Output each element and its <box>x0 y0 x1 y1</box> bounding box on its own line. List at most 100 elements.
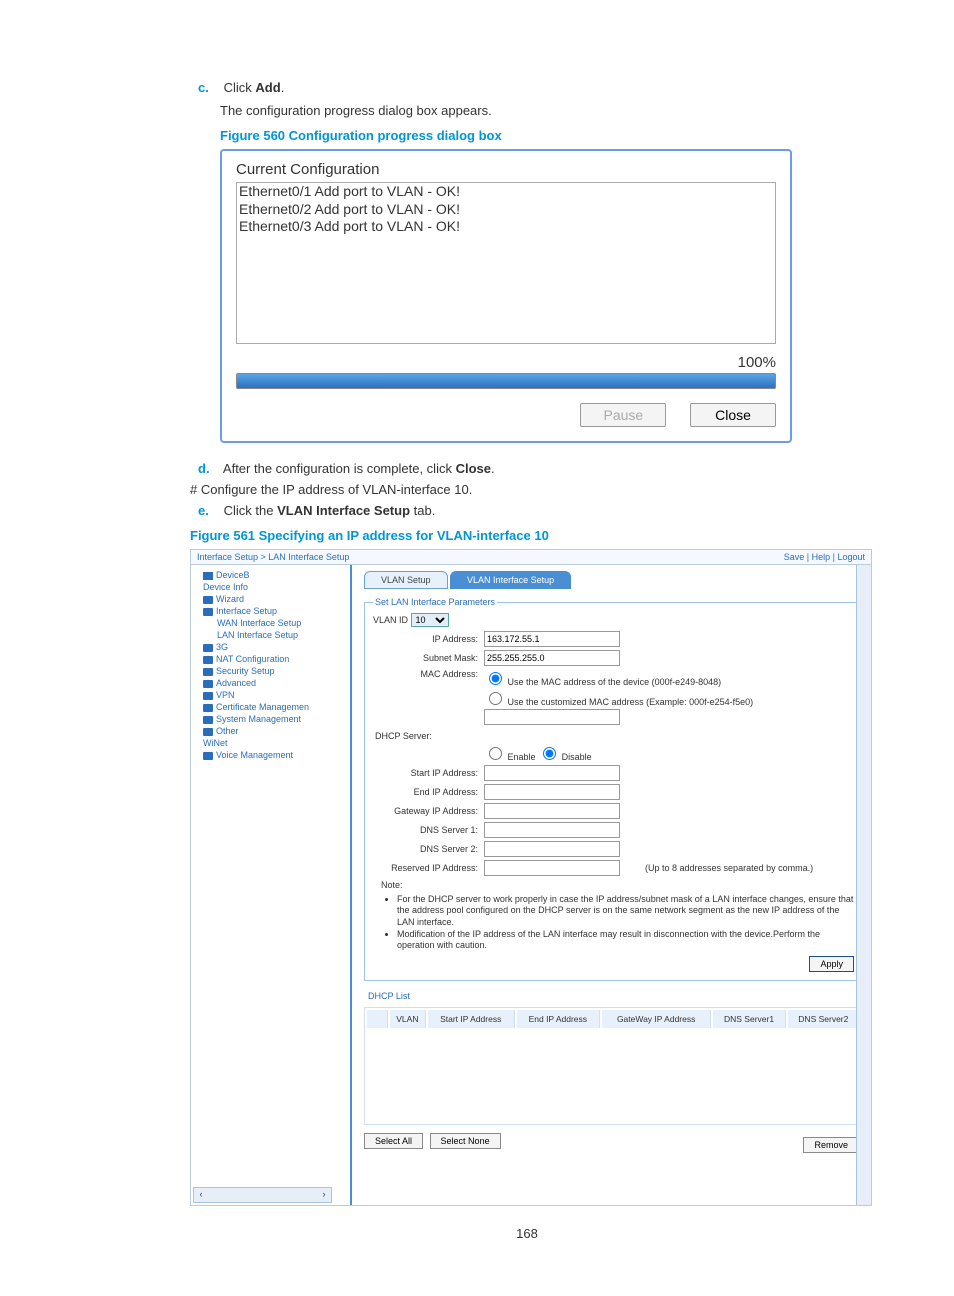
step-e: e. Click the VLAN Interface Setup tab. <box>190 503 864 518</box>
end-ip-label: End IP Address: <box>373 787 484 797</box>
sidebar-item-security[interactable]: Security Setup <box>195 665 350 677</box>
vlanid-select[interactable]: 10 <box>411 613 449 627</box>
figure-561-caption: Figure 561 Specifying an IP address for … <box>190 528 864 543</box>
sidebar-item-device-info[interactable]: Device Info <box>195 581 350 593</box>
remove-button[interactable]: Remove <box>803 1137 859 1153</box>
reserved-hint: (Up to 8 addresses separated by comma.) <box>645 863 813 873</box>
start-ip-input[interactable] <box>484 765 620 781</box>
step-e-pre: Click the <box>224 503 277 518</box>
ip-input[interactable] <box>484 631 620 647</box>
sidebar-scrollbar[interactable]: ‹ › <box>193 1187 332 1203</box>
dns2-label: DNS Server 2: <box>373 844 484 854</box>
select-none-button[interactable]: Select None <box>430 1133 501 1149</box>
sidebar-item-advanced[interactable]: Advanced <box>195 677 350 689</box>
app-window: Interface Setup > LAN Interface Setup Sa… <box>190 549 872 1206</box>
dns1-input[interactable] <box>484 822 620 838</box>
ip-label: IP Address: <box>373 634 484 644</box>
note-title: Note: <box>381 880 403 890</box>
progress-bar <box>236 373 776 389</box>
mask-input[interactable] <box>484 650 620 666</box>
dialog-output-list: Ethernet0/1 Add port to VLAN - OK! Ether… <box>236 182 776 344</box>
sidebar-item-label: NAT Configuration <box>216 654 289 664</box>
close-button[interactable]: Close <box>690 403 776 427</box>
step-c-pre: Click <box>224 80 256 95</box>
scroll-left-icon[interactable]: ‹ <box>194 1189 208 1201</box>
sidebar-item-nat[interactable]: NAT Configuration <box>195 653 350 665</box>
step-e-label: e. <box>198 503 220 518</box>
dhcp-enable-radio[interactable]: Enable <box>484 744 536 762</box>
dialog-line: Ethernet0/1 Add port to VLAN - OK! <box>239 183 773 201</box>
sidebar-item-sysmgmt[interactable]: System Management <box>195 713 350 725</box>
dialog-line: Ethernet0/2 Add port to VLAN - OK! <box>239 201 773 219</box>
folder-icon <box>203 680 213 688</box>
sidebar-item-lan[interactable]: LAN Interface Setup <box>195 629 350 641</box>
folder-icon <box>203 716 213 724</box>
pause-button[interactable]: Pause <box>580 403 666 427</box>
reserved-ip-label: Reserved IP Address: <box>373 863 484 873</box>
folder-icon <box>203 704 213 712</box>
mac-custom-input[interactable] <box>484 709 620 725</box>
dns1-label: DNS Server 1: <box>373 825 484 835</box>
gateway-ip-input[interactable] <box>484 803 620 819</box>
step-e-post: tab. <box>410 503 435 518</box>
tree-root-label: DeviceB <box>216 570 250 580</box>
end-ip-input[interactable] <box>484 784 620 800</box>
sidebar-item-label: WiNet <box>203 738 228 748</box>
sidebar-item-label: VPN <box>216 690 235 700</box>
step-c-bold: Add <box>255 80 280 95</box>
figure-560-caption: Figure 560 Configuration progress dialog… <box>220 128 864 143</box>
config-progress-dialog: Current Configuration Ethernet0/1 Add po… <box>220 149 792 443</box>
sidebar: DeviceB Device Info Wizard Interface Set… <box>191 565 352 1205</box>
mac-radio-2[interactable] <box>489 692 502 705</box>
tab-vlan-interface-setup[interactable]: VLAN Interface Setup <box>450 571 571 589</box>
step-c-label: c. <box>198 80 220 95</box>
folder-icon <box>203 596 213 604</box>
apply-button[interactable]: Apply <box>809 956 854 972</box>
step-d-post: . <box>491 461 495 476</box>
mac-radio-custom[interactable]: Use the customized MAC address (Example:… <box>484 689 753 707</box>
main-vertical-scrollbar[interactable] <box>856 565 871 1205</box>
tree-root[interactable]: DeviceB <box>195 569 350 581</box>
dhcp-col-start: Start IP Address <box>428 1010 515 1028</box>
dhcp-disable-radio[interactable]: Disable <box>538 744 592 762</box>
dns2-input[interactable] <box>484 841 620 857</box>
breadcrumb: Interface Setup > LAN Interface Setup <box>197 552 349 562</box>
folder-icon <box>203 608 213 616</box>
step-d-pre: After the configuration is complete, cli… <box>223 461 456 476</box>
select-all-button[interactable]: Select All <box>364 1133 423 1149</box>
table-row <box>367 1030 860 1122</box>
sidebar-item-interface-setup[interactable]: Interface Setup <box>195 605 350 617</box>
dhcp-table: VLAN Start IP Address End IP Address Gat… <box>364 1007 863 1125</box>
sidebar-item-other[interactable]: Other <box>195 725 350 737</box>
sidebar-item-wizard[interactable]: Wizard <box>195 593 350 605</box>
sidebar-item-cert[interactable]: Certificate Managemen <box>195 701 350 713</box>
dhcp-col-vlan: VLAN <box>390 1010 426 1028</box>
folder-icon <box>203 752 213 760</box>
gateway-ip-label: Gateway IP Address: <box>373 806 484 816</box>
mac-radio-device[interactable]: Use the MAC address of the device (000f-… <box>484 669 753 687</box>
folder-icon <box>203 692 213 700</box>
sidebar-item-3g[interactable]: 3G <box>195 641 350 653</box>
sidebar-item-label: Certificate Managemen <box>216 702 309 712</box>
note-block: Note: For the DHCP server to work proper… <box>381 880 854 952</box>
page-number: 168 <box>190 1226 864 1241</box>
mac-radio-1[interactable] <box>489 672 502 685</box>
tab-vlan-setup[interactable]: VLAN Setup <box>364 571 448 589</box>
scroll-right-icon[interactable]: › <box>317 1189 331 1201</box>
sidebar-item-vpn[interactable]: VPN <box>195 689 350 701</box>
sidebar-item-label: LAN Interface Setup <box>217 630 298 640</box>
reserved-ip-input[interactable] <box>484 860 620 876</box>
sidebar-item-label: Device Info <box>203 582 248 592</box>
sidebar-item-label: Advanced <box>216 678 256 688</box>
sidebar-item-winet[interactable]: WiNet <box>195 737 350 749</box>
sidebar-item-label: Wizard <box>216 594 244 604</box>
mac-label: MAC Address: <box>373 669 484 679</box>
sidebar-item-label: System Management <box>216 714 301 724</box>
top-links[interactable]: Save | Help | Logout <box>784 552 865 562</box>
step-d-label: d. <box>198 461 220 476</box>
sidebar-item-label: Voice Management <box>216 750 293 760</box>
step-c-subtext: The configuration progress dialog box ap… <box>190 103 864 118</box>
sidebar-item-voice[interactable]: Voice Management <box>195 749 350 761</box>
sidebar-item-label: Interface Setup <box>216 606 277 616</box>
sidebar-item-wan[interactable]: WAN Interface Setup <box>195 617 350 629</box>
